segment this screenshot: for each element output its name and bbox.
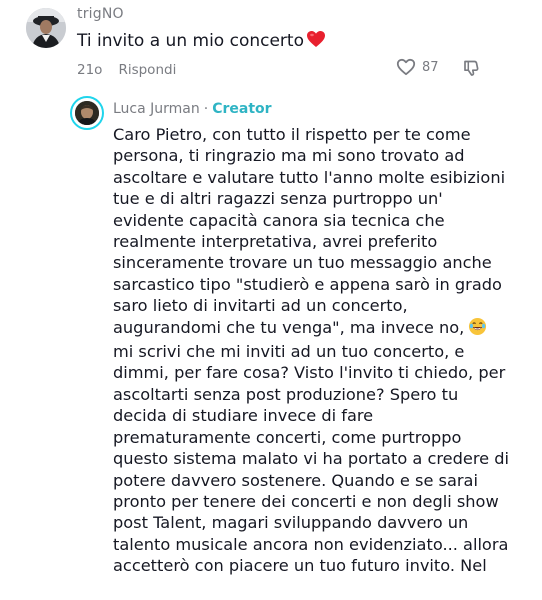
reply-line: ascoltare e valutare tutto l'anno molte … [113, 167, 506, 187]
reply-line: potere davvero sostenere. Quando e se sa… [113, 470, 478, 490]
heart-outline-icon[interactable] [396, 58, 416, 76]
reply-button[interactable]: Rispondi [118, 62, 176, 78]
creator-badge: Creator [212, 101, 272, 117]
laughing-emoji-icon [468, 317, 487, 341]
avatar[interactable] [26, 8, 66, 48]
avatar[interactable] [75, 101, 99, 125]
comment-time: 21o [77, 62, 103, 78]
thumbs-down-icon[interactable] [462, 58, 482, 78]
reply-line: questo sistema malato vi ha portato a cr… [113, 449, 510, 469]
comment-username[interactable]: trigNO [77, 6, 124, 22]
reply-line: saro lieto di invitarti ad un concerto, [113, 296, 408, 316]
reply-line: sinceramente trovare un tuo messaggio an… [113, 253, 492, 273]
reply-username[interactable]: Luca Jurman [113, 101, 200, 117]
reply-line: talento musicale ancora non evidenziato.… [113, 534, 509, 554]
comment-text: Ti invito a un mio concerto [77, 30, 326, 53]
reply-line: dimmi, per fare cosa? Visto l'invito ti … [113, 363, 506, 383]
comment-meta: 21o Rispondi [77, 62, 176, 78]
reply-line: realmente interpretativa, avrei preferit… [113, 232, 438, 252]
reply-line: post Talent, magari sviluppando davvero … [113, 513, 469, 533]
like-count: 87 [422, 59, 439, 75]
reply-line: mi scrivi che mi inviti ad un tuo concer… [113, 342, 465, 362]
comment-text-content: Ti invito a un mio concerto [77, 31, 304, 51]
like-button[interactable]: 87 [396, 58, 439, 76]
reply-line: decida di studiare invece di fare [113, 406, 374, 426]
reply-line: sarcastico tipo "studierò e appena sarò … [113, 274, 502, 294]
reply-line: Caro Pietro, con tutto il rispetto per t… [113, 125, 471, 144]
reply-line: augurandomi che tu venga", ma invece no, [113, 317, 513, 341]
reply-line: accetterò con piacere un tuo futuro invi… [113, 556, 487, 576]
avatar-photo-icon [26, 8, 66, 48]
reply-line-text: augurandomi che tu venga", ma invece no, [113, 317, 465, 337]
separator-dot: · [203, 101, 209, 117]
reply-line: pronto per tenere dei concerti e non deg… [113, 491, 499, 511]
reply-line: prematuramente concerti, come purtroppo [113, 427, 462, 447]
reply-text: Caro Pietro, con tutto il rispetto per t… [113, 124, 513, 577]
avatar-photo-icon [75, 101, 99, 125]
reply-line: evidente capacità canora sia tecnica che [113, 210, 445, 230]
reply-header: Luca Jurman · Creator [113, 101, 272, 117]
reply-line: ascoltarti senza post produzione? Spero … [113, 384, 459, 404]
dislike-button[interactable] [462, 58, 482, 82]
reply-line: persona, ti ringrazio ma mi sono trovato… [113, 146, 465, 166]
heart-emoji-icon [306, 30, 326, 53]
reply-line: tue e di altri ragazzi senza purtroppo u… [113, 189, 443, 209]
top-comment: trigNO Ti invito a un mio concerto 21o Ri… [0, 0, 542, 92]
